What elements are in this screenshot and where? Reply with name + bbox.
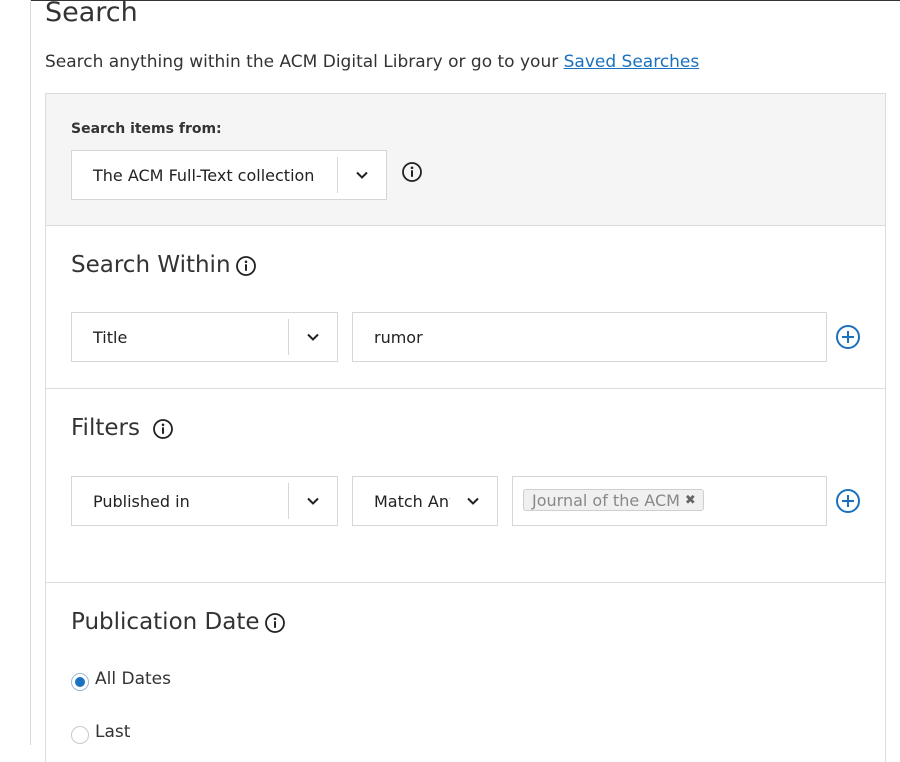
search-field-select[interactable]: Title — [71, 312, 338, 362]
page-title: Search — [45, 0, 138, 28]
close-icon[interactable]: ✖ — [685, 493, 696, 508]
filters-panel: Filters Published in Match Any Journal o… — [45, 388, 886, 583]
chevron-down-icon — [338, 168, 386, 182]
match-mode-value: Match Any — [374, 491, 450, 511]
publication-date-title: Publication Date — [71, 609, 260, 635]
info-icon[interactable] — [235, 255, 257, 277]
info-icon[interactable] — [264, 612, 286, 634]
radio-last[interactable] — [71, 726, 89, 744]
filter-chip: Journal of the ACM ✖ — [523, 489, 704, 511]
collection-label: Search items from: — [71, 121, 222, 137]
filter-field-value: Published in — [93, 491, 190, 511]
search-within-title: Search Within — [71, 252, 231, 278]
chevron-down-icon — [289, 494, 337, 508]
search-within-panel: Search Within Title rumor — [45, 225, 886, 389]
search-field-value: Title — [93, 327, 128, 347]
collection-select-value: The ACM Full-Text collection — [93, 165, 315, 185]
date-option-last[interactable]: Last — [71, 720, 130, 744]
filter-field-select[interactable]: Published in — [71, 476, 338, 526]
saved-searches-link[interactable]: Saved Searches — [564, 52, 700, 72]
chevron-down-icon — [289, 330, 337, 344]
radio-all-dates[interactable] — [71, 673, 89, 691]
date-option-last-label: Last — [95, 722, 131, 742]
info-icon[interactable] — [401, 161, 423, 183]
search-query-input[interactable]: rumor — [352, 312, 827, 362]
date-option-all[interactable]: All Dates — [71, 667, 171, 691]
filters-title: Filters — [71, 415, 140, 441]
intro-text: Search anything within the ACM Digital L… — [45, 51, 699, 73]
info-icon[interactable] — [152, 418, 174, 440]
collection-panel: Search items from: The ACM Full-Text col… — [45, 93, 886, 226]
top-divider — [30, 0, 900, 1]
match-mode-select[interactable]: Match Any — [352, 476, 498, 526]
chevron-down-icon — [450, 494, 496, 508]
plus-circle-icon[interactable] — [835, 324, 861, 350]
collection-select[interactable]: The ACM Full-Text collection — [71, 150, 387, 200]
publication-date-panel: Publication Date All Dates Last — [45, 582, 886, 762]
intro-label: Search anything within the ACM Digital L… — [45, 52, 564, 72]
left-divider — [30, 0, 31, 745]
plus-circle-icon[interactable] — [835, 488, 861, 514]
date-option-all-label: All Dates — [95, 669, 171, 689]
filter-chip-label: Journal of the ACM — [532, 490, 680, 510]
